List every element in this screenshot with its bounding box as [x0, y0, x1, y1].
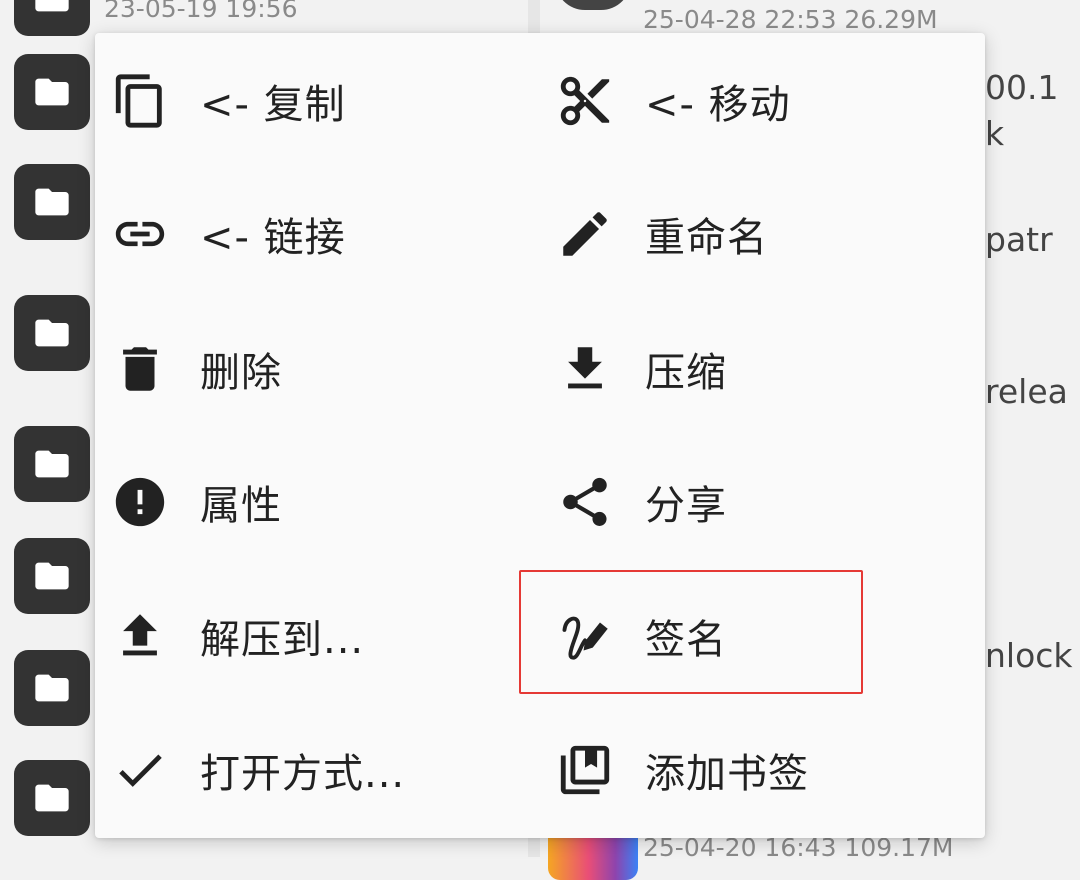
folder-icon[interactable] [14, 760, 90, 836]
menu-item-copy[interactable]: <- 复制 [110, 35, 550, 167]
file-name-fragment: relea [985, 372, 1068, 411]
file-name-fragment: nlock [985, 636, 1073, 675]
file-name-fragment: patr [985, 220, 1053, 259]
link-icon [110, 204, 170, 264]
file-meta: 25-04-28 22:53 26.29M [643, 5, 938, 34]
file-name-fragment: 00.1 [985, 68, 1059, 107]
info-icon [110, 472, 170, 532]
folder-icon[interactable] [14, 54, 90, 130]
menu-item-share[interactable]: 分享 [555, 436, 995, 568]
folder-icon[interactable] [14, 426, 90, 502]
scissors-icon [555, 71, 615, 131]
trash-icon [110, 339, 170, 399]
menu-item-label: <- 移动 [645, 82, 791, 128]
folder-icon[interactable] [14, 295, 90, 371]
menu-item-rename[interactable]: 重命名 [555, 168, 995, 300]
bookmark-library-icon [555, 740, 615, 800]
menu-item-move[interactable]: <- 移动 [555, 35, 995, 167]
folder-icon[interactable] [14, 650, 90, 726]
menu-item-label: 分享 [645, 483, 727, 529]
pencil-icon [555, 204, 615, 264]
menu-item-label: 重命名 [645, 215, 768, 261]
upload-icon [110, 606, 170, 666]
signature-icon [555, 606, 615, 666]
folder-icon[interactable] [14, 164, 90, 240]
folder-icon[interactable] [14, 538, 90, 614]
menu-item-label: 压缩 [645, 350, 727, 396]
menu-item-label: 属性 [200, 483, 282, 529]
menu-item-sign[interactable]: 签名 [555, 570, 995, 702]
folder-icon[interactable] [14, 0, 90, 36]
check-icon [110, 740, 170, 800]
menu-item-label: 打开方式... [200, 751, 406, 797]
menu-item-label: 添加书签 [645, 751, 809, 797]
share-icon [555, 472, 615, 532]
menu-item-delete[interactable]: 删除 [110, 303, 550, 435]
menu-item-compress[interactable]: 压缩 [555, 303, 995, 435]
menu-item-label: <- 链接 [200, 215, 346, 261]
file-timestamp: 23-05-19 19:56 [104, 0, 298, 23]
download-icon [555, 339, 615, 399]
menu-item-open-with[interactable]: 打开方式... [110, 704, 550, 836]
menu-item-label: 签名 [645, 617, 727, 663]
menu-item-link[interactable]: <- 链接 [110, 168, 550, 300]
menu-item-label: 解压到... [200, 617, 365, 663]
file-action-menu: <- 复制 <- 链接 删除 属性 解压到... 打开方式... <- 移动 重… [95, 33, 985, 838]
menu-item-label: <- 复制 [200, 82, 346, 128]
menu-item-extract-to[interactable]: 解压到... [110, 570, 550, 702]
copy-icon [110, 71, 170, 131]
menu-item-add-bookmark[interactable]: 添加书签 [555, 704, 995, 836]
menu-item-properties[interactable]: 属性 [110, 436, 550, 568]
menu-item-label: 删除 [200, 350, 282, 396]
